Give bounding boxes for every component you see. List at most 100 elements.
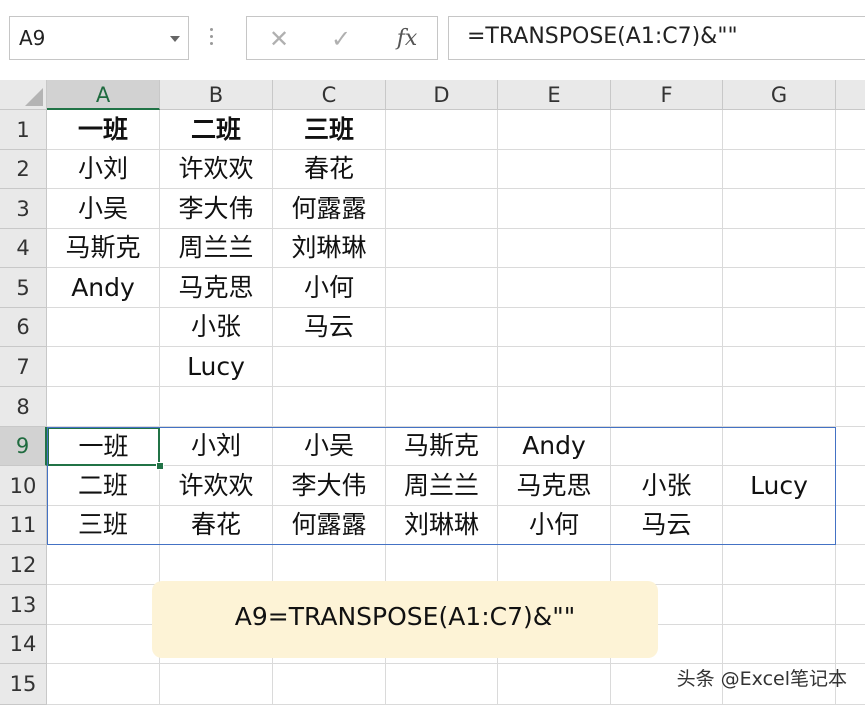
column-header-d[interactable]: D [386,80,498,110]
cell[interactable]: 何露露 [273,189,386,229]
row-header-7[interactable]: 7 [0,347,47,387]
row-header-13[interactable]: 13 [0,585,47,625]
cell[interactable]: 马斯克 [386,427,498,466]
cell[interactable] [836,268,865,308]
fill-handle[interactable] [156,462,164,470]
column-header-b[interactable]: B [160,80,273,110]
cell[interactable] [273,387,386,427]
cell[interactable]: 马云 [611,506,723,545]
cell[interactable]: 李大伟 [273,466,386,506]
cell[interactable]: 周兰兰 [386,466,498,506]
cell[interactable] [386,347,498,387]
cell[interactable] [386,308,498,347]
cell[interactable] [386,268,498,308]
cell[interactable]: 许欢欢 [160,466,273,506]
cell[interactable] [723,545,836,585]
cell[interactable] [723,308,836,347]
cell[interactable] [723,585,836,625]
cell[interactable] [498,229,611,268]
cell[interactable]: 春花 [273,150,386,189]
cell[interactable] [611,347,723,387]
cell[interactable] [836,229,865,268]
cell[interactable] [47,387,160,427]
cell[interactable]: 马斯克 [47,229,160,268]
cell[interactable]: 三班 [273,110,386,150]
cell[interactable] [723,427,836,466]
cell[interactable] [723,625,836,664]
row-header-2[interactable]: 2 [0,150,47,189]
cell[interactable] [723,387,836,427]
cell[interactable] [836,387,865,427]
cell[interactable] [611,189,723,229]
cell[interactable] [836,347,865,387]
cell[interactable]: 三班 [47,506,160,545]
cell[interactable] [611,387,723,427]
cell[interactable] [611,545,723,585]
chevron-down-icon[interactable] [170,36,180,42]
cell[interactable] [611,427,723,466]
cell[interactable] [836,585,865,625]
cell[interactable] [160,664,273,705]
cell[interactable]: 小何 [273,268,386,308]
row-header-5[interactable]: 5 [0,268,47,308]
cell[interactable]: 二班 [47,466,160,506]
check-icon[interactable]: ✓ [319,21,363,57]
cell[interactable] [723,506,836,545]
cell[interactable] [47,308,160,347]
row-header-1[interactable]: 1 [0,110,47,150]
cell[interactable] [386,189,498,229]
cell[interactable] [836,545,865,585]
cell[interactable] [386,229,498,268]
cell[interactable] [836,110,865,150]
cell[interactable]: 马云 [273,308,386,347]
cell[interactable]: Lucy [160,347,273,387]
cell[interactable] [836,466,865,506]
cell[interactable] [723,229,836,268]
cell[interactable] [498,387,611,427]
fx-icon[interactable]: fx [385,21,429,57]
cell[interactable] [47,625,160,664]
row-header-9[interactable]: 9 [0,427,47,466]
cell[interactable] [47,664,160,705]
cell[interactable] [498,110,611,150]
name-box[interactable]: A9 [9,16,189,60]
cell[interactable]: 刘琳琳 [386,506,498,545]
cell[interactable]: Lucy [723,466,836,506]
cell[interactable] [160,545,273,585]
cell[interactable] [498,347,611,387]
column-header-c[interactable]: C [273,80,386,110]
cell[interactable] [498,150,611,189]
cell[interactable] [723,150,836,189]
cell[interactable] [611,268,723,308]
cell[interactable]: 何露露 [273,506,386,545]
column-header-f[interactable]: F [611,80,723,110]
cell[interactable]: 许欢欢 [160,150,273,189]
row-header-4[interactable]: 4 [0,229,47,268]
cell[interactable] [273,545,386,585]
row-header-3[interactable]: 3 [0,189,47,229]
cell[interactable] [273,347,386,387]
cell[interactable]: 小刘 [160,427,273,466]
cell[interactable]: 一班 [47,110,160,150]
cell[interactable]: 小吴 [47,189,160,229]
cell[interactable]: 春花 [160,506,273,545]
cell[interactable] [611,308,723,347]
cell[interactable] [611,110,723,150]
cell[interactable]: 小刘 [47,150,160,189]
cell[interactable] [47,545,160,585]
cell[interactable] [611,150,723,189]
cell[interactable]: 小张 [160,308,273,347]
cell[interactable] [386,545,498,585]
column-header-a[interactable]: A [47,80,160,110]
cell[interactable]: 二班 [160,110,273,150]
cell[interactable]: 马克思 [160,268,273,308]
row-header-15[interactable]: 15 [0,664,47,705]
cell[interactable] [723,347,836,387]
formula-input[interactable]: =TRANSPOSE(A1:C7)&"" [448,16,865,60]
cell[interactable] [386,110,498,150]
cell[interactable] [836,150,865,189]
cell[interactable] [498,308,611,347]
cell[interactable] [611,229,723,268]
cell[interactable]: 周兰兰 [160,229,273,268]
row-header-8[interactable]: 8 [0,387,47,427]
